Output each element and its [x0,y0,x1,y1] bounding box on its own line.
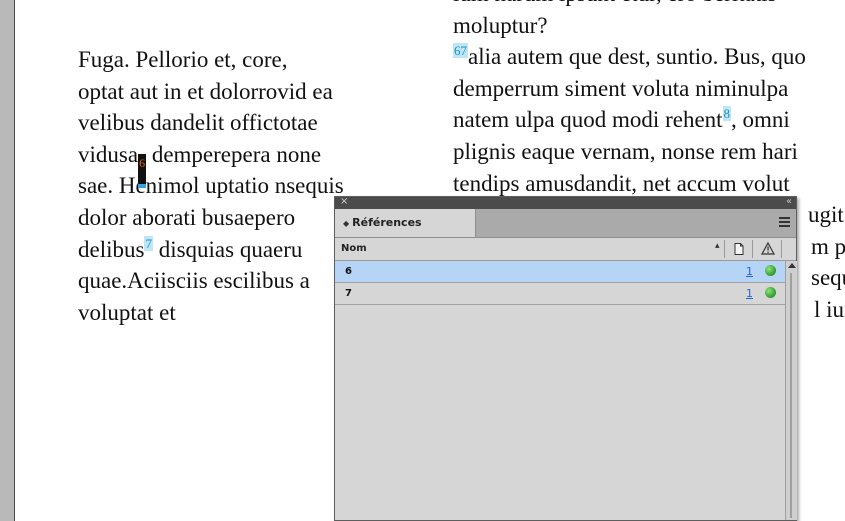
text-line: voluptat et [78,299,176,325]
text-line: delibus7 disquias quaeru [78,234,344,266]
text-frame-left[interactable]: Fuga. Pellorio et, core, optat aut in et… [78,44,344,328]
text-run: natem ulpa quod modi rehent [453,107,723,133]
row-name: 7 [345,288,352,299]
text-line: demperrum siment voluta niminulpa [453,75,789,101]
text-run: , omni [731,107,790,133]
column-divider [781,240,782,258]
text-line: natem ulpa quod modi rehent8, omni [453,104,845,136]
list-item[interactable]: 6 1 [335,261,785,283]
text-line: 67alia autem que dest, suntio. Bus, quo [453,41,845,73]
footnote-marker[interactable]: 67 [453,43,468,59]
text-run: demperepera none [146,141,322,167]
footnote-marker[interactable]: 8 [722,106,732,122]
status-ok-icon [765,265,776,276]
close-icon[interactable]: × [340,196,348,208]
panel-menu-icon[interactable] [779,217,790,227]
panel-tab-strip: ◆Références croisées [335,209,796,258]
tab-cross-references[interactable]: ◆Références croisées [335,209,476,258]
footnote-marker[interactable]: 7 [144,235,153,251]
column-header-name[interactable]: Nom [341,243,367,254]
text-line: ium harum ipsunt etur, ero beritatis [453,0,845,10]
row-page-link[interactable]: 1 [746,287,753,300]
row-name: 6 [345,266,352,277]
text-run: vidusa [78,141,139,167]
cross-reference-list[interactable]: 6 1 7 1 [335,261,785,305]
text-run: delibus [78,236,145,262]
scroll-up-arrow-icon[interactable] [788,263,796,268]
status-ok-icon [765,287,776,298]
cross-references-panel[interactable]: × ‹‹ ◆Références croisées Nom ▴ 6 1 7 1 [334,196,797,521]
text-line: velibus dandelit offictotae [78,110,318,136]
page-icon[interactable] [734,243,744,258]
text-line: plignis eaque vernam, nonse rem hari [453,138,798,164]
text-line: quae.Aciisciis escilibus a [78,268,310,294]
footnote-marker-selected[interactable]: 6 [138,153,147,188]
updown-arrows-icon: ◆ [343,219,350,228]
list-header: Nom ▴ [335,238,796,261]
scroll-track[interactable] [790,273,792,518]
text-line: sae. Henimol uptatio nsequis [78,173,344,199]
panel-titlebar[interactable]: × ‹‹ [335,196,796,209]
warning-icon[interactable] [760,241,776,258]
row-page-link[interactable]: 1 [746,265,753,278]
column-divider [752,240,753,258]
list-scrollbar[interactable] [785,261,797,520]
column-divider [724,240,725,258]
text-line: moluptur? [453,12,548,38]
text-run: alia autem que dest, suntio. Bus, quo [468,44,806,70]
sort-caret-icon[interactable]: ▴ [715,241,720,251]
text-line: optat aut in et dolorrovid ea [78,78,333,104]
text-line: dolor aborati busaepero [78,204,296,230]
pasteboard [0,0,15,521]
collapse-icon[interactable]: ‹‹ [786,196,792,208]
text-line: tendips amusdandit, net accum volut [453,170,790,196]
text-run: disquias quaeru [152,236,303,262]
text-line: vidusa6 demperepera none [78,139,344,188]
text-line: Fuga. Pellorio et, core, [78,47,288,72]
list-item[interactable]: 7 1 [335,283,785,305]
